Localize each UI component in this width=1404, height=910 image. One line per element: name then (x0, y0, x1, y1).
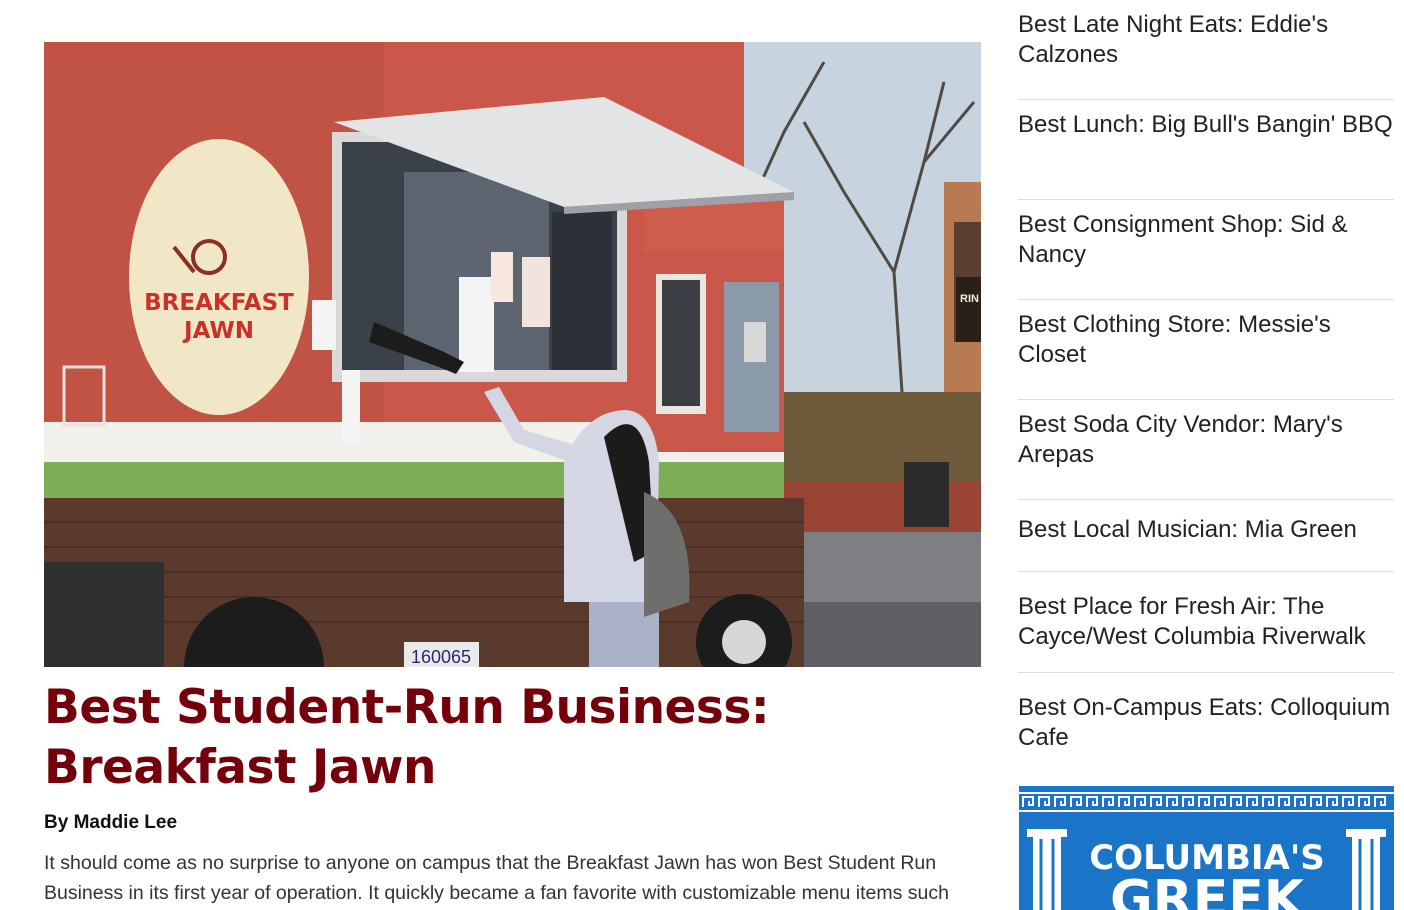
list-item: Best On-Campus Eats: Colloquium Cafe (1018, 673, 1394, 773)
ad-line2: GREEK (1110, 870, 1306, 910)
related-story-link[interactable]: Best Late Night Eats: Eddie's Calzones (1018, 10, 1394, 70)
list-item: Best Late Night Eats: Eddie's Calzones (1018, 0, 1394, 100)
related-story-link[interactable]: Best Clothing Store: Messie's Closet (1018, 310, 1394, 370)
related-story-link[interactable]: Best Consignment Shop: Sid & Nancy (1018, 210, 1394, 270)
list-item: Best Consignment Shop: Sid & Nancy (1018, 200, 1394, 300)
article-body: It should come as no surprise to anyone … (44, 852, 949, 904)
list-item: Best Local Musician: Mia Green (1018, 500, 1394, 572)
related-story-link[interactable]: Best Soda City Vendor: Mary's Arepas (1018, 410, 1394, 470)
truck-logo-line1: BREAKFAST (144, 290, 294, 316)
related-story-link[interactable]: Best On-Campus Eats: Colloquium Cafe (1018, 693, 1394, 753)
related-stories-sidebar: Best Late Night Eats: Eddie's Calzones B… (1018, 0, 1394, 910)
list-item: Best Place for Fresh Air: The Cayce/West… (1018, 572, 1394, 673)
article-hero-photo: RIN WE (44, 42, 981, 667)
list-item: Best Soda City Vendor: Mary's Arepas (1018, 400, 1394, 500)
food-truck-photo: RIN WE (44, 42, 981, 667)
columbias-greek-ad: COLUMBIA'S GREEK (1019, 777, 1394, 910)
advertisement-banner[interactable]: COLUMBIA'S GREEK (1019, 777, 1394, 910)
article-byline[interactable]: By Maddie Lee (44, 812, 177, 834)
related-story-link[interactable]: Best Lunch: Big Bull's Bangin' BBQ (1018, 110, 1394, 140)
main-content: RIN WE (44, 0, 981, 910)
related-story-link[interactable]: Best Local Musician: Mia Green (1018, 500, 1394, 545)
list-item: Best Lunch: Big Bull's Bangin' BBQ (1018, 100, 1394, 200)
building-sign-text: RIN WE (960, 293, 981, 305)
license-plate-text: 160065 (411, 647, 471, 667)
article-headline: Best Student-Run Business: Breakfast Jaw… (44, 680, 770, 795)
related-stories-list: Best Late Night Eats: Eddie's Calzones B… (1018, 0, 1394, 773)
list-item: Best Clothing Store: Messie's Closet (1018, 300, 1394, 400)
truck-logo-line2: JAWN (182, 318, 254, 344)
related-story-link[interactable]: Best Place for Fresh Air: The Cayce/West… (1018, 592, 1394, 652)
